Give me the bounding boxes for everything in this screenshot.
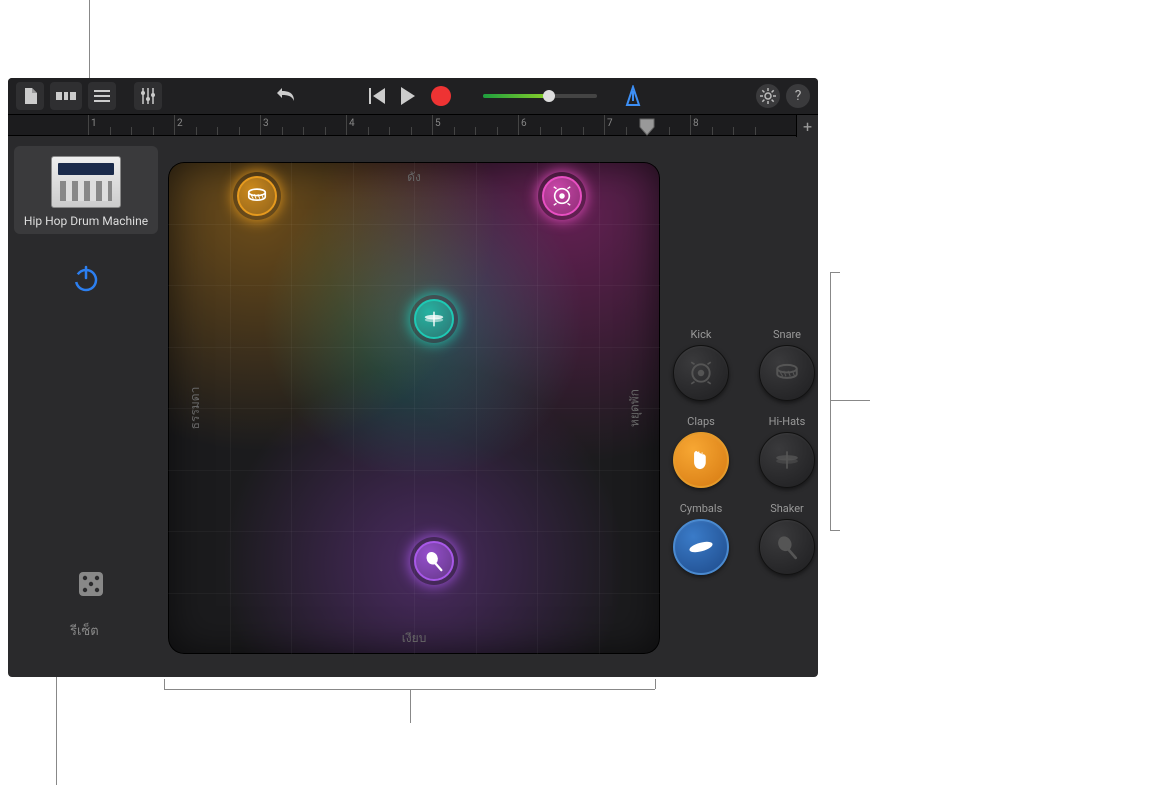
ruler-number: 8 xyxy=(693,118,699,129)
volume-slider[interactable] xyxy=(483,94,597,98)
kit-shaker: Shaker xyxy=(754,502,818,575)
list-view-button[interactable] xyxy=(88,82,116,110)
ruler-number: 3 xyxy=(263,118,269,129)
ruler-tick xyxy=(260,115,261,135)
kit-claps: Claps xyxy=(668,415,734,488)
settings-button[interactable] xyxy=(756,84,780,108)
go-to-start-button[interactable] xyxy=(369,88,385,104)
play-button[interactable] xyxy=(401,87,415,105)
ruler-number: 5 xyxy=(435,118,441,129)
kit-label: Claps xyxy=(687,415,715,428)
power-button[interactable] xyxy=(70,262,102,294)
callout-line-kits-h xyxy=(830,400,870,401)
kit-label: Snare xyxy=(773,328,801,341)
ruler-number: 4 xyxy=(349,118,355,129)
ruler-tick xyxy=(174,115,175,135)
puck-kick[interactable] xyxy=(538,172,586,220)
callout-tick xyxy=(830,530,840,531)
ruler-tick xyxy=(690,115,691,135)
callout-tick xyxy=(830,272,840,273)
app-window: ? + 1 2 3 4 5 6 7 8 Hip Hop Drum Machine ดัง เง… xyxy=(8,78,818,677)
preset-image xyxy=(51,156,121,208)
ruler-number: 1 xyxy=(91,118,97,129)
ruler-number: 2 xyxy=(177,118,183,129)
new-project-button[interactable] xyxy=(16,82,44,110)
undo-button[interactable] xyxy=(275,85,297,107)
volume-knob[interactable] xyxy=(543,90,555,102)
help-button[interactable]: ? xyxy=(786,84,810,108)
ruler-tick xyxy=(604,115,605,135)
preset-name: Hip Hop Drum Machine xyxy=(20,214,152,228)
playhead[interactable] xyxy=(639,118,655,136)
main-body: Hip Hop Drum Machine ดัง เงียบ ธรรมดา หย… xyxy=(8,136,818,677)
callout-line-kits-v xyxy=(830,272,831,530)
ruler-number: 7 xyxy=(607,118,613,129)
kit-button-kick[interactable] xyxy=(673,345,729,401)
toolbar: ? xyxy=(8,78,818,114)
ruler-tick xyxy=(88,115,89,135)
mixer-button[interactable] xyxy=(134,82,162,110)
metronome-button[interactable] xyxy=(623,85,643,107)
add-section-button[interactable]: + xyxy=(796,115,818,137)
kit-label: Kick xyxy=(691,328,712,341)
view-mode-button[interactable] xyxy=(50,82,82,110)
randomize-button[interactable] xyxy=(78,571,104,597)
preset-tile[interactable]: Hip Hop Drum Machine xyxy=(14,146,158,234)
kit-button-snare[interactable] xyxy=(759,345,815,401)
puck-hihat[interactable] xyxy=(410,295,458,343)
reset-label[interactable]: รีเซ็ต xyxy=(70,620,99,641)
xy-performance-pad[interactable]: ดัง เงียบ ธรรมดา หยุดพัก xyxy=(168,162,660,654)
kit-selector-grid: Kick Snare Claps Hi-Hats Cymbals Shaker xyxy=(668,328,818,575)
ruler-tick xyxy=(518,115,519,135)
ruler-number: 6 xyxy=(521,118,527,129)
kit-button-hihats[interactable] xyxy=(759,432,815,488)
callout-tick xyxy=(655,679,656,689)
kit-label: Shaker xyxy=(770,502,804,515)
kit-button-cymbals[interactable] xyxy=(673,519,729,575)
puck-shaker[interactable] xyxy=(410,537,458,585)
kit-hihats: Hi-Hats xyxy=(754,415,818,488)
kit-snare: Snare xyxy=(754,328,818,401)
callout-tick xyxy=(164,679,165,689)
ruler-tick xyxy=(346,115,347,135)
kit-cymbals: Cymbals xyxy=(668,502,734,575)
volume-fill xyxy=(483,94,549,98)
timeline-ruler[interactable]: + 1 2 3 4 5 6 7 8 xyxy=(8,114,818,136)
kit-button-shaker[interactable] xyxy=(759,519,815,575)
callout-line-pad-v xyxy=(410,689,411,723)
puck-snare[interactable] xyxy=(233,172,281,220)
kit-kick: Kick xyxy=(668,328,734,401)
transport-controls xyxy=(275,85,451,107)
kit-button-claps[interactable] xyxy=(673,432,729,488)
ruler-tick xyxy=(432,115,433,135)
kit-label: Cymbals xyxy=(680,502,723,515)
record-button[interactable] xyxy=(431,86,451,106)
kit-label: Hi-Hats xyxy=(769,415,806,428)
